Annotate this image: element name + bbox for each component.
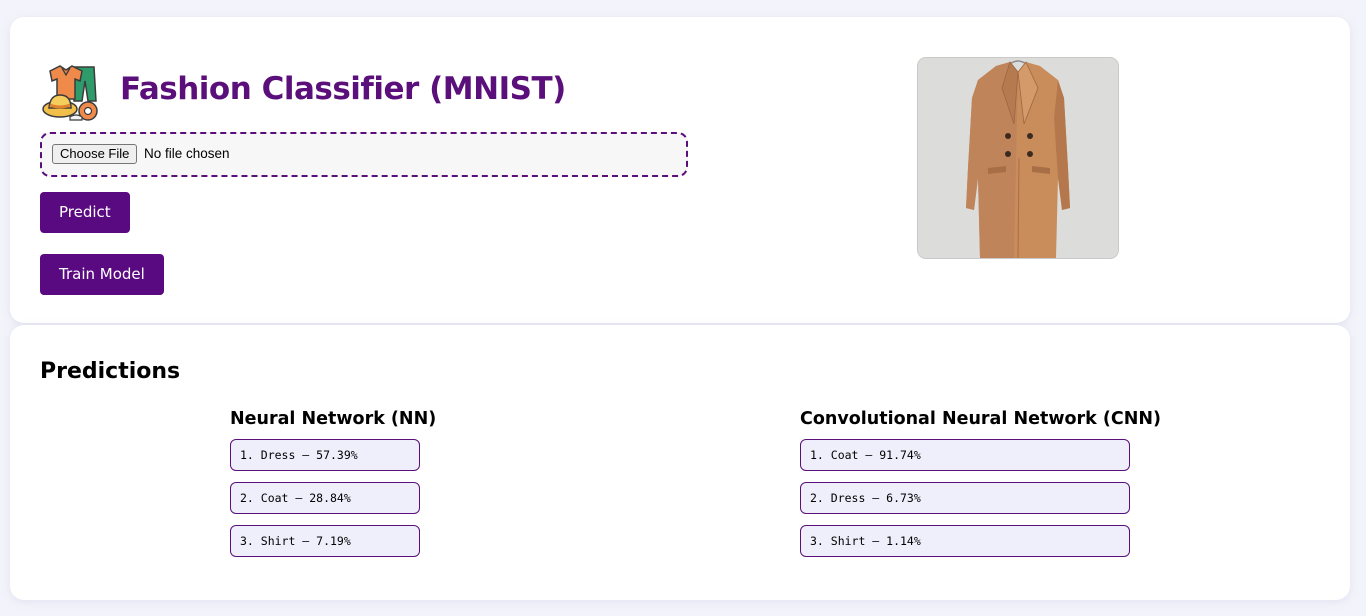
cnn-result-list: 1. Coat — 91.74% 2. Dress — 6.73% 3. Shi…: [800, 439, 1161, 557]
train-model-button[interactable]: Train Model: [40, 254, 164, 295]
predictions-panel: Predictions Neural Network (NN) 1. Dress…: [10, 325, 1350, 600]
nn-result-item: 2. Coat — 28.84%: [230, 482, 420, 514]
cnn-result-item: 3. Shirt — 1.14%: [800, 525, 1130, 557]
choose-file-button[interactable]: Choose File: [52, 144, 138, 164]
clothes-icon: [40, 61, 102, 123]
coat-image: [918, 58, 1118, 258]
classifier-panel: Fashion Classifier (MNIST) Choose File N…: [10, 17, 1350, 323]
predictions-title: Predictions: [40, 359, 181, 384]
cnn-result-item: 2. Dress — 6.73%: [800, 482, 1130, 514]
nn-result-list: 1. Dress — 57.39% 2. Coat — 28.84% 3. Sh…: [230, 439, 436, 557]
page-title: Fashion Classifier (MNIST): [120, 71, 566, 107]
cnn-results: Convolutional Neural Network (CNN) 1. Co…: [800, 409, 1161, 568]
predict-button[interactable]: Predict: [40, 192, 130, 233]
cnn-model-name: Convolutional Neural Network (CNN): [800, 409, 1162, 429]
nn-result-item: 1. Dress — 57.39%: [230, 439, 420, 471]
nn-model-name: Neural Network (NN): [230, 409, 437, 429]
nn-result-item: 3. Shirt — 7.19%: [230, 525, 420, 557]
file-upload-area[interactable]: Choose File No file chosen: [40, 132, 688, 177]
nn-results: Neural Network (NN) 1. Dress — 57.39% 2.…: [230, 409, 436, 568]
cnn-result-item: 1. Coat — 91.74%: [800, 439, 1130, 471]
file-status-text: No file chosen: [144, 146, 230, 161]
uploaded-image-preview: [917, 57, 1119, 259]
